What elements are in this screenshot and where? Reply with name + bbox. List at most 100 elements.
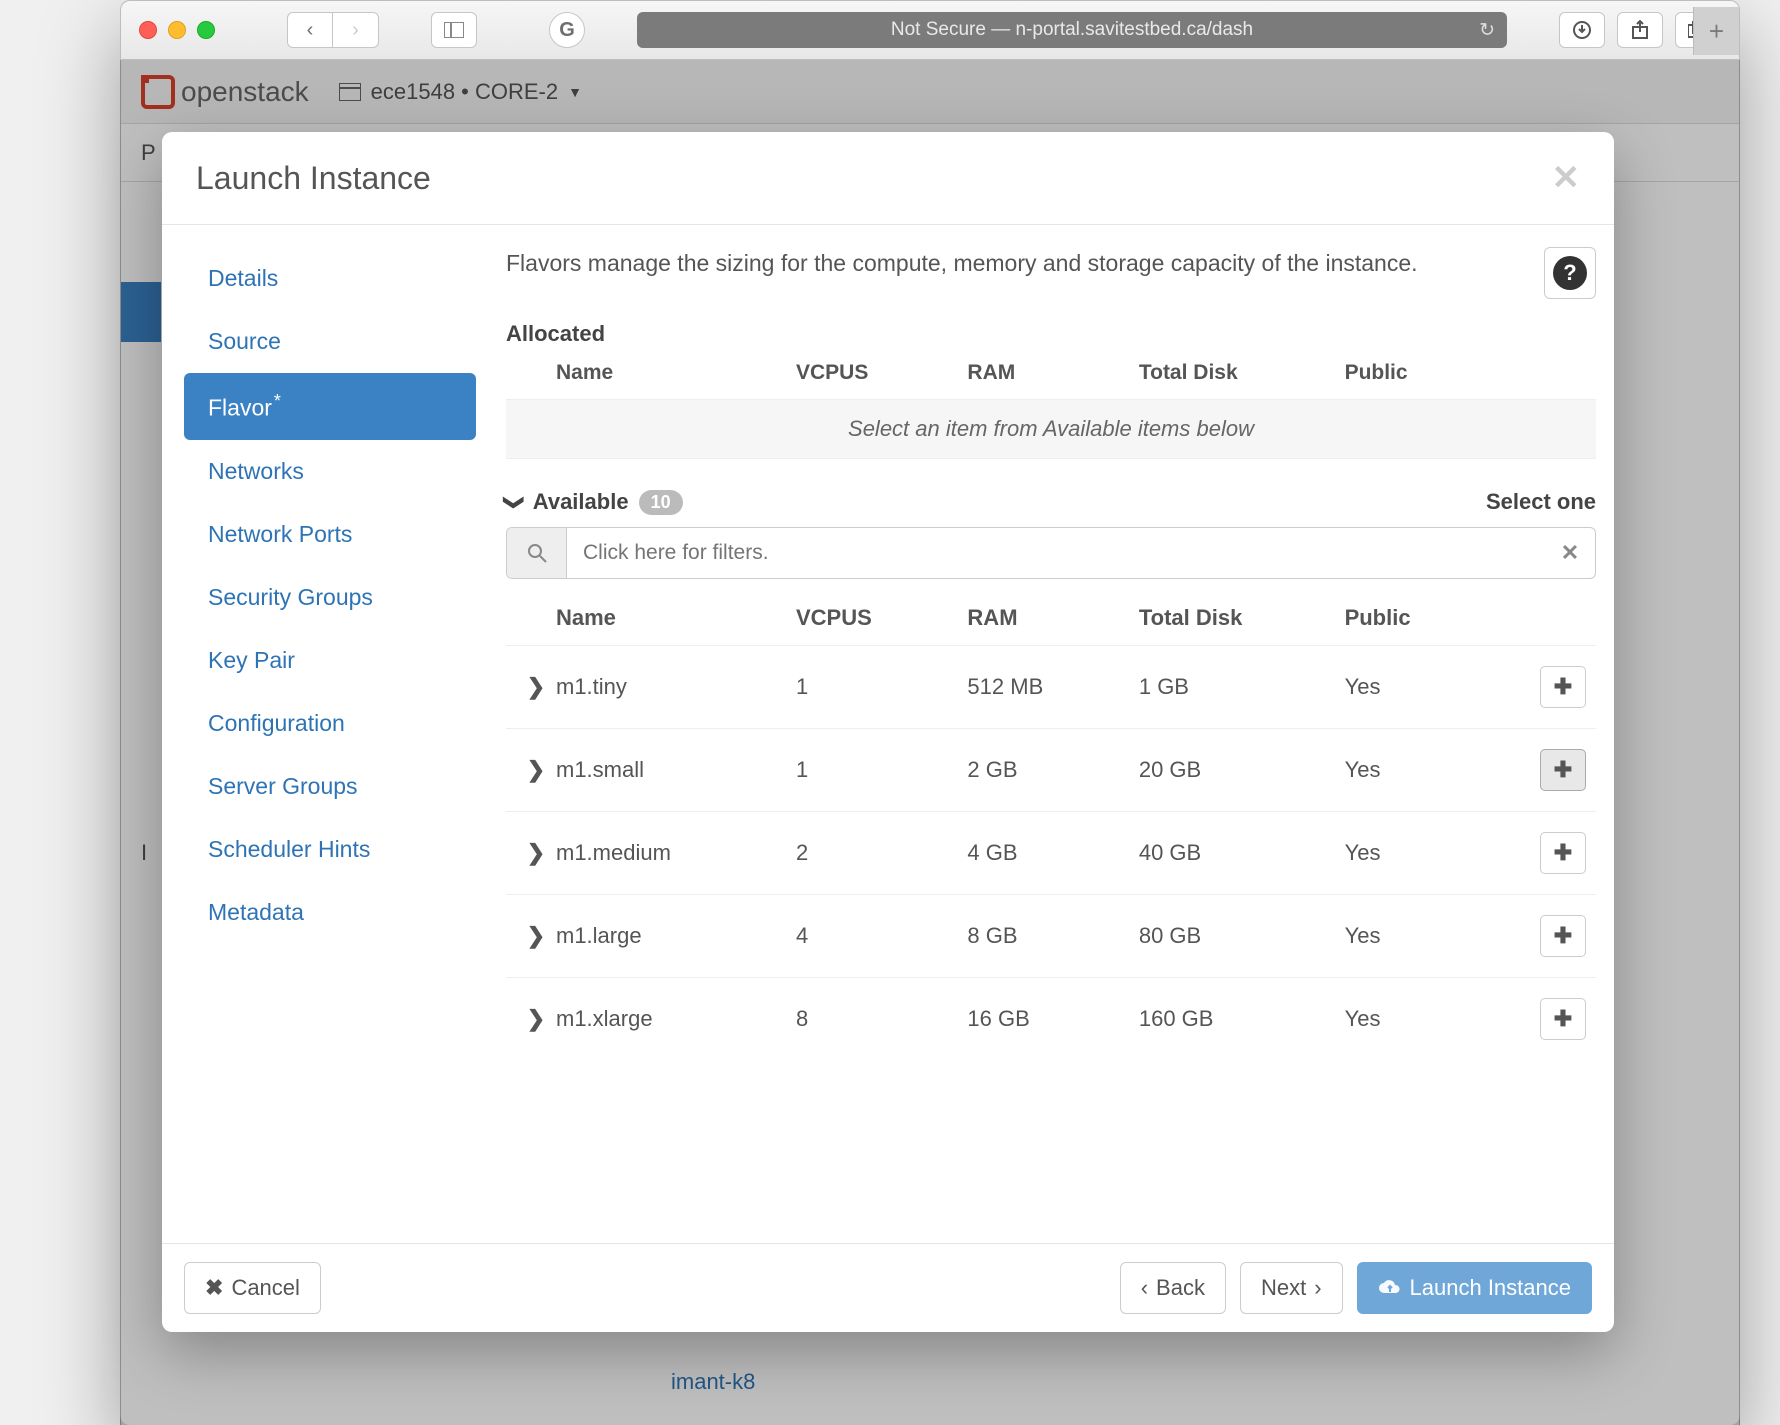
cell-public: Yes bbox=[1345, 1006, 1516, 1032]
add-flavor-button[interactable]: ✚ bbox=[1540, 749, 1586, 791]
wizard-nav: Details Source Flavor* Networks Network … bbox=[162, 225, 482, 1243]
close-window-icon[interactable] bbox=[139, 21, 157, 39]
cell-disk: 160 GB bbox=[1139, 1006, 1345, 1032]
cell-name: m1.small bbox=[556, 757, 796, 783]
cell-ram: 2 GB bbox=[967, 757, 1138, 783]
allocated-empty: Select an item from Available items belo… bbox=[506, 399, 1596, 459]
table-row: ❯m1.small12 GB20 GBYes ✚ bbox=[506, 728, 1596, 811]
cell-vcpus: 4 bbox=[796, 923, 967, 949]
modal-footer: ✖ Cancel ‹ Back Next › Launch Instance bbox=[162, 1243, 1614, 1332]
add-flavor-button[interactable]: ✚ bbox=[1540, 915, 1586, 957]
clear-filter-icon[interactable]: ✕ bbox=[1545, 528, 1595, 578]
nav-step-key-pair[interactable]: Key Pair bbox=[184, 629, 476, 692]
nav-step-scheduler-hints[interactable]: Scheduler Hints bbox=[184, 818, 476, 881]
wizard-content: Flavors manage the sizing for the comput… bbox=[482, 225, 1614, 1243]
cell-vcpus: 1 bbox=[796, 757, 967, 783]
launch-instance-modal: Launch Instance ✕ Details Source Flavor*… bbox=[162, 132, 1614, 1332]
expand-row-icon[interactable]: ❯ bbox=[516, 757, 556, 783]
share-button[interactable] bbox=[1617, 12, 1663, 48]
cell-name: m1.medium bbox=[556, 840, 796, 866]
cell-public: Yes bbox=[1345, 840, 1516, 866]
available-header: Name VCPUS RAM Total Disk Public bbox=[506, 587, 1596, 645]
nav-back-forward: ‹ › bbox=[287, 12, 379, 48]
help-button[interactable]: ? bbox=[1544, 247, 1596, 299]
cell-vcpus: 8 bbox=[796, 1006, 967, 1032]
cell-name: m1.tiny bbox=[556, 674, 796, 700]
cell-disk: 80 GB bbox=[1139, 923, 1345, 949]
expand-row-icon[interactable]: ❯ bbox=[516, 840, 556, 866]
nav-forward-button[interactable]: › bbox=[333, 12, 379, 48]
chevron-right-icon: › bbox=[1314, 1275, 1321, 1301]
nav-step-metadata[interactable]: Metadata bbox=[184, 881, 476, 944]
new-tab-button[interactable]: + bbox=[1693, 7, 1739, 55]
nav-step-network-ports[interactable]: Network Ports bbox=[184, 503, 476, 566]
cell-disk: 40 GB bbox=[1139, 840, 1345, 866]
cell-name: m1.xlarge bbox=[556, 1006, 796, 1032]
cancel-button[interactable]: ✖ Cancel bbox=[184, 1262, 321, 1314]
cell-public: Yes bbox=[1345, 757, 1516, 783]
chevron-left-icon: ‹ bbox=[1141, 1275, 1148, 1301]
reload-icon[interactable]: ↻ bbox=[1479, 19, 1495, 42]
times-icon: ✖ bbox=[205, 1275, 223, 1301]
browser-toolbar: ‹ › G Not Secure — n-portal.savitestbed.… bbox=[120, 0, 1740, 60]
cell-ram: 8 GB bbox=[967, 923, 1138, 949]
col-ram: RAM bbox=[967, 361, 1138, 385]
add-flavor-button[interactable]: ✚ bbox=[1540, 666, 1586, 708]
window-controls bbox=[139, 21, 215, 39]
minimize-window-icon[interactable] bbox=[168, 21, 186, 39]
cell-disk: 20 GB bbox=[1139, 757, 1345, 783]
available-count: 10 bbox=[639, 490, 683, 515]
zoom-window-icon[interactable] bbox=[197, 21, 215, 39]
table-row: ❯m1.large48 GB80 GBYes ✚ bbox=[506, 894, 1596, 977]
search-icon[interactable] bbox=[507, 528, 567, 578]
table-row: ❯m1.xlarge816 GB160 GBYes ✚ bbox=[506, 977, 1596, 1060]
privacy-report-button[interactable]: G bbox=[549, 12, 585, 48]
col-disk: Total Disk bbox=[1139, 361, 1345, 385]
chevron-down-icon: ❯ bbox=[502, 494, 527, 511]
expand-row-icon[interactable]: ❯ bbox=[516, 1006, 556, 1032]
available-table: Name VCPUS RAM Total Disk Public ❯m1.tin… bbox=[506, 587, 1596, 1060]
nav-step-details[interactable]: Details bbox=[184, 247, 476, 310]
launch-button[interactable]: Launch Instance bbox=[1357, 1262, 1592, 1314]
cell-disk: 1 GB bbox=[1139, 674, 1345, 700]
filter-input[interactable] bbox=[567, 528, 1545, 578]
cell-ram: 4 GB bbox=[967, 840, 1138, 866]
back-button[interactable]: ‹ Back bbox=[1120, 1262, 1226, 1314]
nav-back-button[interactable]: ‹ bbox=[287, 12, 333, 48]
available-toggle[interactable]: ❯ Available 10 bbox=[506, 489, 683, 515]
col-public: Public bbox=[1345, 361, 1516, 385]
step-description: Flavors manage the sizing for the comput… bbox=[506, 247, 1528, 279]
cell-vcpus: 1 bbox=[796, 674, 967, 700]
url-text: Not Secure — n-portal.savitestbed.ca/das… bbox=[891, 19, 1253, 41]
cell-public: Yes bbox=[1345, 674, 1516, 700]
cell-ram: 512 MB bbox=[967, 674, 1138, 700]
expand-row-icon[interactable]: ❯ bbox=[516, 923, 556, 949]
close-icon[interactable]: ✕ bbox=[1552, 158, 1581, 198]
next-button[interactable]: Next › bbox=[1240, 1262, 1343, 1314]
col-vcpus: VCPUS bbox=[796, 361, 967, 385]
add-flavor-button[interactable]: ✚ bbox=[1540, 832, 1586, 874]
downloads-button[interactable] bbox=[1559, 12, 1605, 48]
cell-name: m1.large bbox=[556, 923, 796, 949]
nav-step-flavor[interactable]: Flavor* bbox=[184, 373, 476, 440]
cloud-upload-icon bbox=[1378, 1279, 1402, 1297]
allocated-header: Name VCPUS RAM Total Disk Public bbox=[506, 347, 1596, 399]
nav-step-security-groups[interactable]: Security Groups bbox=[184, 566, 476, 629]
cell-public: Yes bbox=[1345, 923, 1516, 949]
expand-row-icon[interactable]: ❯ bbox=[516, 674, 556, 700]
add-flavor-button[interactable]: ✚ bbox=[1540, 998, 1586, 1040]
table-row: ❯m1.medium24 GB40 GBYes ✚ bbox=[506, 811, 1596, 894]
cell-vcpus: 2 bbox=[796, 840, 967, 866]
nav-step-configuration[interactable]: Configuration bbox=[184, 692, 476, 755]
nav-step-source[interactable]: Source bbox=[184, 310, 476, 373]
nav-step-server-groups[interactable]: Server Groups bbox=[184, 755, 476, 818]
url-bar[interactable]: Not Secure — n-portal.savitestbed.ca/das… bbox=[637, 12, 1507, 48]
help-icon: ? bbox=[1553, 256, 1587, 290]
table-row: ❯m1.tiny1512 MB1 GBYes ✚ bbox=[506, 645, 1596, 728]
filter-bar: ✕ bbox=[506, 527, 1596, 579]
col-name: Name bbox=[556, 361, 796, 385]
modal-title: Launch Instance bbox=[196, 160, 431, 197]
sidebar-toggle-button[interactable] bbox=[431, 12, 477, 48]
nav-step-networks[interactable]: Networks bbox=[184, 440, 476, 503]
cell-ram: 16 GB bbox=[967, 1006, 1138, 1032]
